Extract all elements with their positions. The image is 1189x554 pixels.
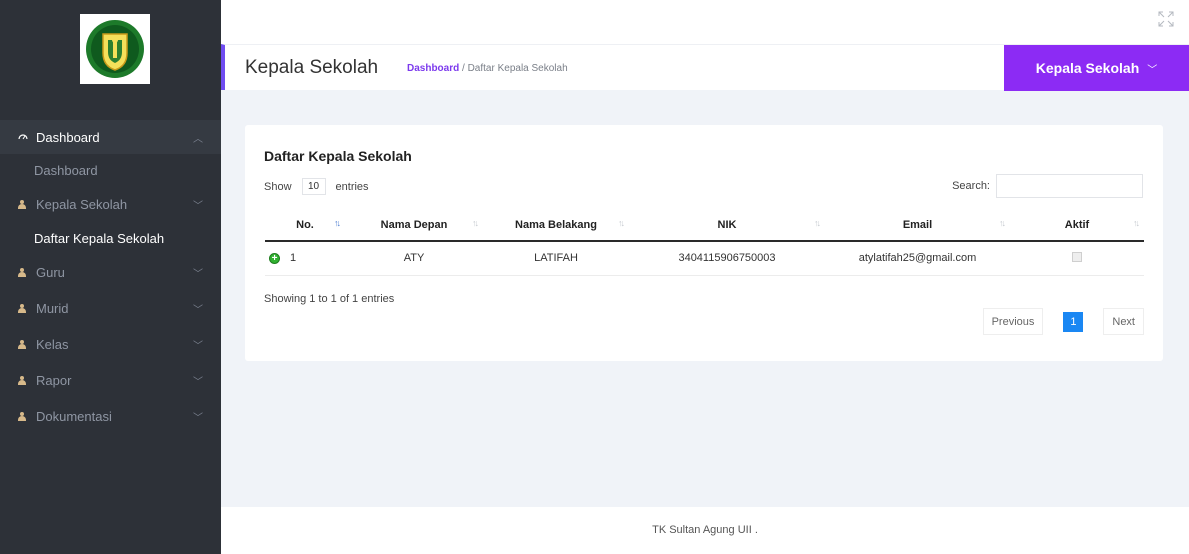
entries-label: entries bbox=[335, 180, 369, 193]
cell-no: +1 bbox=[265, 241, 345, 276]
dashboard-icon bbox=[18, 134, 28, 140]
column-header-label: No. bbox=[296, 218, 314, 231]
column-header-nik[interactable]: NIK ↑↓ bbox=[629, 209, 825, 242]
column-header-label: NIK bbox=[717, 218, 737, 231]
column-header-email[interactable]: Email ↑↓ bbox=[825, 209, 1010, 242]
sidebar-nav: Dashboard ︿ Dashboard Kepala Sekolah ﹀ D… bbox=[0, 120, 221, 434]
user-role-dropdown[interactable]: Kepala Sekolah ﹀ bbox=[1004, 45, 1189, 91]
search-input[interactable] bbox=[996, 174, 1143, 198]
user-icon bbox=[18, 375, 26, 385]
next-page-button[interactable]: Next bbox=[1103, 308, 1144, 335]
show-label: Show bbox=[264, 180, 292, 193]
column-header-nama-belakang[interactable]: Nama Belakang ↑↓ bbox=[483, 209, 629, 242]
sort-icon: ↑↓ bbox=[618, 218, 625, 228]
sidebar-item-guru[interactable]: Guru ﹀ bbox=[0, 254, 221, 290]
sort-icon: ↑↓ bbox=[1133, 218, 1140, 228]
entries-select[interactable]: 10 bbox=[301, 178, 326, 195]
column-header-nama-depan[interactable]: Nama Depan ↑↓ bbox=[345, 209, 483, 242]
chevron-up-icon: ︿ bbox=[193, 133, 203, 145]
sidebar-item-label: Rapor bbox=[36, 372, 72, 388]
page-1-button[interactable]: 1 bbox=[1063, 311, 1084, 332]
table-info: Showing 1 to 1 of 1 entries bbox=[264, 293, 395, 305]
kepala-sekolah-table: No. ↑↓ Nama Depan ↑↓ Nama Belakang ↑↓ NIK ↑↓… bbox=[265, 209, 1144, 276]
table-row: +1 ATY LATIFAH 3404115906750003 atylatif… bbox=[265, 241, 1144, 276]
sidebar-item-rapor[interactable]: Rapor ﹀ bbox=[0, 362, 221, 398]
breadcrumb-current: Daftar Kepala Sekolah bbox=[467, 63, 568, 74]
column-header-label: Nama Belakang bbox=[515, 218, 597, 231]
sidebar-item-label: Kelas bbox=[36, 336, 69, 352]
previous-page-button[interactable]: Previous bbox=[982, 308, 1044, 335]
pagination: Previous 1 Next bbox=[982, 308, 1144, 335]
sidebar-item-kelas[interactable]: Kelas ﹀ bbox=[0, 326, 221, 362]
chevron-down-icon: ﹀ bbox=[193, 268, 203, 280]
kepala-sekolah-card: Daftar Kepala Sekolah Show 10 entries Se… bbox=[245, 125, 1163, 361]
cell-aktif bbox=[1010, 241, 1144, 276]
sidebar-item-dokumentasi[interactable]: Dokumentasi ﹀ bbox=[0, 398, 221, 434]
column-header-label: Aktif bbox=[1064, 218, 1090, 231]
school-logo[interactable] bbox=[80, 14, 150, 84]
table-search: Search: bbox=[952, 174, 1143, 198]
sidebar-subitem-daftar-kepala-sekolah[interactable]: Daftar Kepala Sekolah bbox=[0, 222, 221, 254]
chevron-down-icon: ﹀ bbox=[193, 376, 203, 388]
cell-nama-depan: ATY bbox=[345, 241, 483, 276]
entries-length-control: Show 10 entries bbox=[264, 178, 369, 195]
user-role-label: Kepala Sekolah bbox=[1035, 60, 1140, 76]
table-header-row: No. ↑↓ Nama Depan ↑↓ Nama Belakang ↑↓ NIK ↑↓… bbox=[265, 209, 1144, 242]
user-icon bbox=[18, 267, 26, 277]
page-title: Kepala Sekolah bbox=[245, 57, 379, 78]
chevron-down-icon: ﹀ bbox=[1147, 64, 1158, 76]
sort-icon: ↑↓ bbox=[472, 218, 479, 228]
sidebar-item-label: Dokumentasi bbox=[36, 408, 112, 424]
cell-email: atylatifah25@gmail.com bbox=[825, 241, 1010, 276]
card-title: Daftar Kepala Sekolah bbox=[264, 148, 412, 164]
sidebar-item-murid[interactable]: Murid ﹀ bbox=[0, 290, 221, 326]
user-icon bbox=[18, 339, 26, 349]
chevron-down-icon: ﹀ bbox=[193, 412, 203, 424]
column-header-label: Email bbox=[902, 218, 933, 231]
sort-asc-icon: ↑↓ bbox=[334, 218, 341, 228]
sidebar: Dashboard ︿ Dashboard Kepala Sekolah ﹀ D… bbox=[0, 0, 221, 554]
chevron-down-icon: ﹀ bbox=[193, 304, 203, 316]
cell-nik: 3404115906750003 bbox=[629, 241, 825, 276]
footer: TK Sultan Agung UII . bbox=[221, 507, 1189, 554]
cell-nama-belakang: LATIFAH bbox=[483, 241, 629, 276]
sidebar-item-label: Dashboard bbox=[36, 129, 100, 145]
page-header: Kepala Sekolah Dashboard / Daftar Kepala… bbox=[221, 44, 1189, 91]
breadcrumb: Dashboard / Daftar Kepala Sekolah bbox=[407, 63, 568, 74]
column-header-aktif[interactable]: Aktif ↑↓ bbox=[1010, 209, 1144, 242]
user-icon bbox=[18, 411, 26, 421]
sort-icon: ↑↓ bbox=[814, 218, 821, 228]
sort-icon: ↑↓ bbox=[999, 218, 1006, 228]
sidebar-item-label: Guru bbox=[36, 264, 65, 280]
sidebar-subitem-dashboard[interactable]: Dashboard bbox=[0, 154, 221, 186]
expand-row-icon[interactable]: + bbox=[269, 252, 280, 264]
topbar bbox=[221, 0, 1189, 44]
sidebar-item-label: Kepala Sekolah bbox=[36, 196, 128, 212]
column-header-no[interactable]: No. ↑↓ bbox=[265, 209, 345, 242]
breadcrumb-link-dashboard[interactable]: Dashboard bbox=[407, 63, 459, 74]
sidebar-item-label: Murid bbox=[36, 300, 69, 316]
breadcrumb-separator: / bbox=[462, 63, 465, 74]
user-icon bbox=[18, 303, 26, 313]
fullscreen-icon[interactable] bbox=[1157, 10, 1175, 28]
column-header-label: Nama Depan bbox=[380, 218, 448, 231]
sidebar-item-dashboard[interactable]: Dashboard ︿ bbox=[0, 120, 221, 154]
aktif-checkbox[interactable] bbox=[1072, 251, 1082, 262]
sidebar-item-kepala-sekolah[interactable]: Kepala Sekolah ﹀ bbox=[0, 186, 221, 222]
user-icon bbox=[18, 199, 26, 209]
chevron-down-icon: ﹀ bbox=[193, 200, 203, 212]
shield-emblem-icon bbox=[86, 20, 144, 78]
cell-no-value: 1 bbox=[290, 252, 297, 265]
search-label: Search: bbox=[952, 180, 990, 192]
chevron-down-icon: ﹀ bbox=[193, 340, 203, 352]
